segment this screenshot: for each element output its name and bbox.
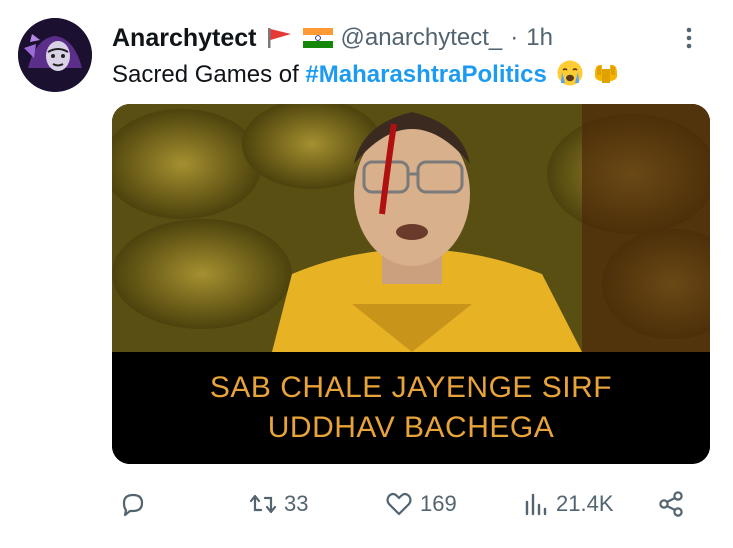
media-scene-graphic: [112, 104, 710, 352]
avatar-image: [18, 18, 92, 92]
red-flag-icon: [267, 28, 291, 48]
like-button[interactable]: 169: [384, 484, 457, 524]
timestamp[interactable]: 1h: [526, 24, 553, 52]
share-icon: [659, 491, 683, 517]
views-button[interactable]: 21.4K: [520, 484, 614, 524]
retweet-button[interactable]: 33: [248, 484, 308, 524]
caption-line-2: UDDHAV BACHEGA: [267, 411, 555, 444]
more-options-icon[interactable]: [675, 24, 703, 52]
retweet-count: 33: [284, 491, 309, 516]
tweet-text-prefix: Sacred Games of: [112, 61, 306, 88]
retweet-icon: [249, 494, 277, 514]
india-flag-icon: [302, 28, 333, 48]
heart-icon: [386, 492, 412, 516]
display-name[interactable]: Anarchytect: [112, 24, 257, 53]
separator-dot: ·: [510, 24, 519, 51]
hashtag-link[interactable]: #MaharashtraPolitics: [305, 61, 546, 88]
avatar[interactable]: [18, 18, 92, 92]
caption-line-1: SAB CHALE JAYENGE SIRF: [209, 371, 613, 404]
tweet-header: Anarchytect @anarchytect_ · 1h: [112, 20, 703, 56]
tweet-text: Sacred Games of #MaharashtraPolitics: [112, 58, 713, 92]
tweet-actions: 33 169 21.4K: [112, 484, 692, 524]
reply-button[interactable]: [118, 484, 154, 524]
user-handle[interactable]: @anarchytect_: [341, 24, 503, 52]
media-caption: SAB CHALE JAYENGE SIRF UDDHAV BACHEGA: [112, 352, 710, 464]
tweet-media[interactable]: SAB CHALE JAYENGE SIRF UDDHAV BACHEGA: [112, 104, 710, 464]
palms-up-together-icon: [595, 65, 618, 83]
crying-face-icon: [557, 60, 583, 86]
views-chart-icon: [525, 493, 547, 516]
reply-icon: [122, 493, 144, 517]
views-count: 21.4K: [556, 491, 614, 516]
media-image: [112, 104, 710, 352]
like-count: 169: [420, 491, 457, 516]
share-button[interactable]: [656, 484, 686, 524]
